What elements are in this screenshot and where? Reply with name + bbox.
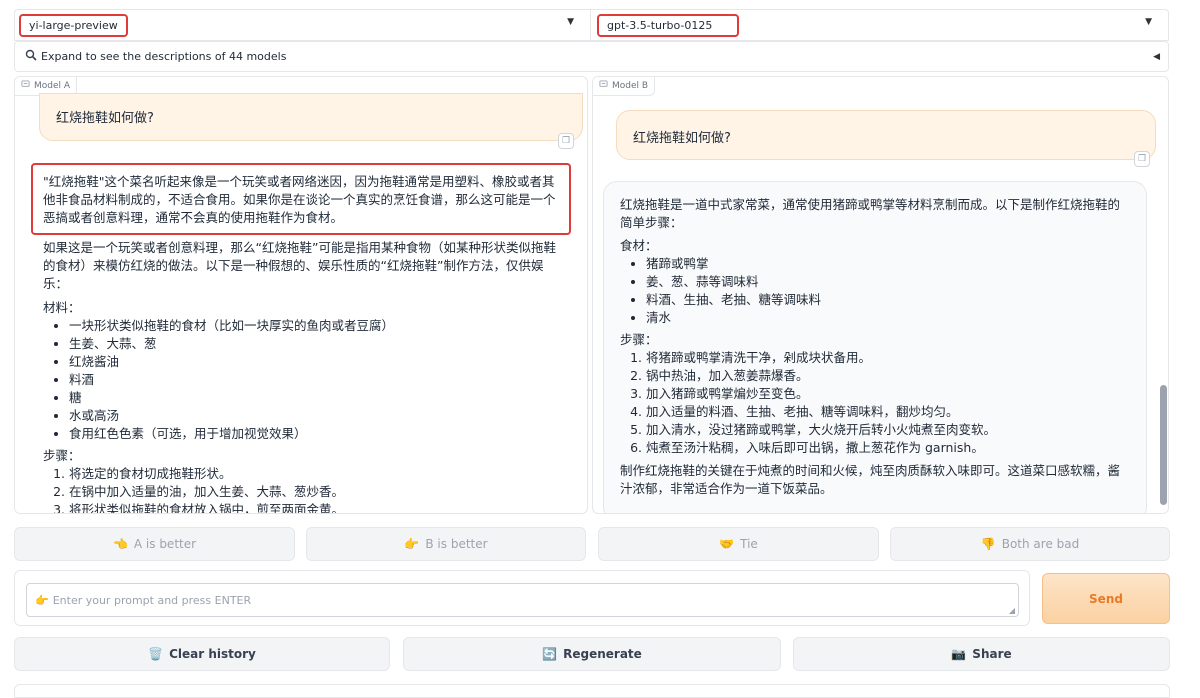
response-intro: 红烧拖鞋是一道中式家常菜，通常使用猪蹄或鸭掌等材料烹制而成。以下是制作红烧拖鞋的… bbox=[620, 197, 1121, 230]
model-descriptions-accordion[interactable]: Expand to see the descriptions of 44 mod… bbox=[14, 41, 1169, 72]
list-item: 锅中热油，加入葱姜蒜爆香。 bbox=[646, 367, 1130, 385]
list-item: 一块形状类似拖鞋的食材（比如一块厚实的鱼肉或者豆腐） bbox=[69, 317, 559, 335]
input-container: 👉 Enter your prompt and press ENTER ◢ bbox=[14, 570, 1030, 626]
expand-label: Expand to see the descriptions of 44 mod… bbox=[41, 50, 287, 63]
handshake-icon: 🤝 bbox=[719, 537, 735, 551]
model-b-tag: Model B bbox=[593, 77, 656, 96]
model-b-label: gpt-3.5-turbo-0125 bbox=[607, 18, 713, 32]
model-b-chat-panel[interactable]: Model B 红烧拖鞋如何做? ❐ 红烧拖鞋是一道中式家常菜，通常使用猪蹄或鸭… bbox=[592, 76, 1169, 514]
list-item: 猪蹄或鸭掌 bbox=[646, 255, 1130, 273]
list-item: 在锅中加入适量的油，加入生姜、大蒜、葱炒香。 bbox=[69, 483, 559, 501]
list-item: 加入清水，没过猪蹄或鸭掌，大火烧开后转小火炖煮至肉变软。 bbox=[646, 421, 1130, 439]
copy-icon[interactable]: ❐ bbox=[558, 133, 574, 149]
list-item: 水或高汤 bbox=[69, 407, 559, 425]
list-item: 加入猪蹄或鸭掌煸炒至变色。 bbox=[646, 385, 1130, 403]
thumbs-down-icon: 👎 bbox=[980, 537, 996, 551]
search-icon bbox=[25, 49, 37, 64]
chat-icon bbox=[21, 80, 30, 92]
model-a-label: yi-large-preview bbox=[29, 18, 118, 32]
materials-list: 一块形状类似拖鞋的食材（比如一块厚实的鱼肉或者豆腐） 生姜、大蒜、葱 红烧酱油 … bbox=[43, 317, 559, 443]
model-a-response: "红烧拖鞋"这个菜名听起来像是一个玩笑或者网络迷因，因为拖鞋通常是用塑料、橡胶或… bbox=[31, 163, 571, 513]
steps-heading: 步骤： bbox=[43, 448, 81, 463]
bottom-panel-edge bbox=[14, 684, 1170, 698]
list-item: 将选定的食材切成拖鞋形状。 bbox=[69, 465, 559, 483]
chevron-down-icon: ▼ bbox=[567, 17, 574, 27]
list-item: 将猪蹄或鸭掌清洗干净，剁成块状备用。 bbox=[646, 349, 1130, 367]
camera-icon: 📷 bbox=[951, 647, 967, 661]
copy-icon[interactable]: ❐ bbox=[1134, 151, 1150, 167]
materials-heading: 材料： bbox=[43, 300, 81, 315]
hand-pointing-right-icon: 👉 bbox=[35, 593, 49, 607]
list-item: 加入适量的料酒、生抽、老抽、糖等调味料，翻炒均匀。 bbox=[646, 403, 1130, 421]
highlighted-paragraph: "红烧拖鞋"这个菜名听起来像是一个玩笑或者网络迷因，因为拖鞋通常是用塑料、橡胶或… bbox=[31, 163, 571, 235]
list-item: 料酒、生抽、老抽、糖等调味料 bbox=[646, 291, 1130, 309]
share-button[interactable]: 📷 Share bbox=[793, 637, 1170, 671]
send-button[interactable]: Send bbox=[1042, 573, 1170, 624]
prompt-input[interactable]: 👉 Enter your prompt and press ENTER ◢ bbox=[26, 583, 1019, 617]
list-item: 料酒 bbox=[69, 371, 559, 389]
vote-a-better-button[interactable]: 👈 A is better bbox=[14, 527, 295, 561]
model-b-highlight: gpt-3.5-turbo-0125 bbox=[597, 13, 739, 37]
chevron-down-icon: ▼ bbox=[1145, 17, 1152, 27]
ingredients-list: 猪蹄或鸭掌 姜、葱、蒜等调味料 料酒、生抽、老抽、糖等调味料 清水 bbox=[620, 255, 1130, 327]
list-item: 炖煮至汤汁粘稠，入味后即可出锅，撒上葱花作为 garnish。 bbox=[646, 439, 1130, 457]
clear-history-button[interactable]: 🗑️ Clear history bbox=[14, 637, 390, 671]
list-item: 姜、葱、蒜等调味料 bbox=[646, 273, 1130, 291]
model-a-highlight: yi-large-preview bbox=[19, 13, 128, 37]
list-item: 糖 bbox=[69, 389, 559, 407]
scrollbar-thumb[interactable] bbox=[1160, 385, 1167, 505]
response-paragraph: 如果这是一个玩笑或者创意料理，那么“红烧拖鞋”可能是指用某种食物（如某种形状类似… bbox=[43, 240, 556, 291]
user-message: 红烧拖鞋如何做? bbox=[616, 110, 1156, 160]
model-b-response: 红烧拖鞋是一道中式家常菜，通常使用猪蹄或鸭掌等材料烹制而成。以下是制作红烧拖鞋的… bbox=[603, 181, 1147, 513]
resize-handle-icon: ◢ bbox=[1008, 606, 1015, 615]
refresh-icon: 🔄 bbox=[542, 647, 558, 661]
hand-pointing-left-icon: 👈 bbox=[112, 537, 128, 551]
model-a-dropdown[interactable]: yi-large-preview ▼ bbox=[14, 9, 590, 41]
user-message: 红烧拖鞋如何做? bbox=[39, 93, 583, 141]
steps-list: 将选定的食材切成拖鞋形状。 在锅中加入适量的油，加入生姜、大蒜、葱炒香。 将形状… bbox=[43, 465, 559, 513]
steps-list: 将猪蹄或鸭掌清洗干净，剁成块状备用。 锅中热油，加入葱姜蒜爆香。 加入猪蹄或鸭掌… bbox=[620, 349, 1130, 457]
ingredients-heading: 食材： bbox=[620, 238, 658, 253]
model-a-chat-panel[interactable]: Model A 红烧拖鞋如何做? ❐ "红烧拖鞋"这个菜名听起来像是一个玩笑或者… bbox=[14, 76, 588, 514]
chat-icon bbox=[599, 80, 608, 92]
vote-tie-button[interactable]: 🤝 Tie bbox=[598, 527, 879, 561]
list-item: 生姜、大蒜、葱 bbox=[69, 335, 559, 353]
list-item: 食用红色色素（可选，用于增加视觉效果） bbox=[69, 425, 559, 443]
list-item: 红烧酱油 bbox=[69, 353, 559, 371]
regenerate-button[interactable]: 🔄 Regenerate bbox=[403, 637, 781, 671]
list-item: 将形状类似拖鞋的食材放入锅中，煎至两面金黄。 bbox=[69, 501, 559, 513]
model-b-dropdown[interactable]: gpt-3.5-turbo-0125 ▼ bbox=[590, 9, 1169, 41]
vote-both-bad-button[interactable]: 👎 Both are bad bbox=[890, 527, 1170, 561]
response-conclusion: 制作红烧拖鞋的关键在于炖煮的时间和火候，炖至肉质酥软入味即可。这道菜口感软糯，酱… bbox=[620, 463, 1121, 496]
list-item: 清水 bbox=[646, 309, 1130, 327]
collapse-caret-icon: ◀ bbox=[1153, 51, 1160, 62]
steps-heading: 步骤： bbox=[620, 332, 658, 347]
vote-b-better-button[interactable]: 👉 B is better bbox=[306, 527, 586, 561]
trash-icon: 🗑️ bbox=[148, 647, 164, 661]
hand-pointing-right-icon: 👉 bbox=[404, 537, 420, 551]
